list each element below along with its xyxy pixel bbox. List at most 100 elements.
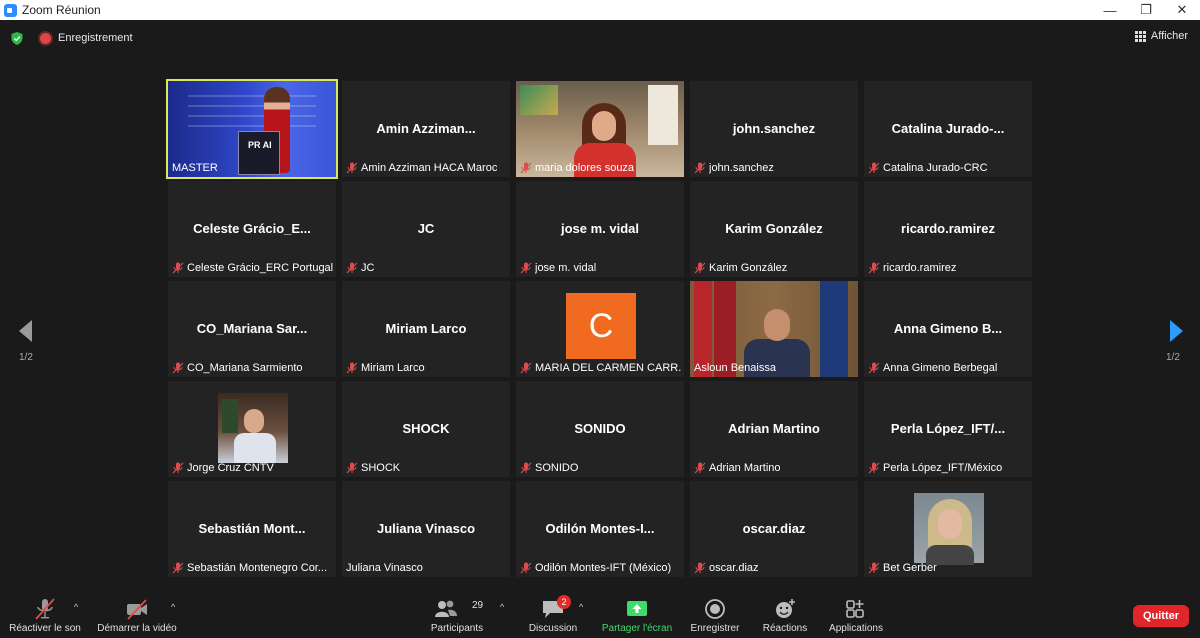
start-video-button[interactable]: Démarrer la vidéo bbox=[92, 588, 182, 638]
participant-tile[interactable]: CO_Mariana Sar... CO_Mariana Sarmiento bbox=[168, 281, 336, 377]
participant-name-label: MARIA DEL CARMEN CARR... bbox=[520, 360, 682, 375]
meeting-top-bar: Enregistrement Afficher bbox=[0, 26, 1200, 50]
participant-display-name: john.sanchez bbox=[732, 121, 816, 136]
participant-name: Karim González bbox=[709, 261, 788, 274]
participant-display-name: Celeste Grácio_E... bbox=[193, 221, 311, 236]
participant-tile[interactable]: SONIDO SONIDO bbox=[516, 381, 684, 477]
recording-label[interactable]: Enregistrement bbox=[58, 32, 133, 44]
participant-tile[interactable]: Jorge Cruz CNTV bbox=[168, 381, 336, 477]
chat-unread-badge: 2 bbox=[557, 595, 571, 609]
next-page-arrow-icon[interactable] bbox=[1166, 318, 1186, 344]
participant-name: Miriam Larco bbox=[361, 361, 425, 374]
participant-display-name: Miriam Larco bbox=[385, 321, 467, 336]
apps-button[interactable]: Applications bbox=[824, 588, 888, 638]
participant-name: ricardo.ramirez bbox=[883, 261, 957, 274]
participant-display-name: CO_Mariana Sar... bbox=[196, 321, 308, 336]
share-screen-button[interactable]: Partager l'écran bbox=[598, 588, 676, 638]
unmute-button[interactable]: Réactiver le son bbox=[4, 588, 86, 638]
video-options-caret-icon[interactable]: ^ bbox=[171, 602, 175, 612]
shield-icon[interactable] bbox=[11, 32, 23, 45]
mic-muted-icon bbox=[868, 262, 880, 273]
participant-tile[interactable]: Miriam Larco Miriam Larco bbox=[342, 281, 510, 377]
participant-name: SHOCK bbox=[361, 461, 401, 474]
participant-name-label: Bet Gerber bbox=[868, 560, 937, 575]
participant-name-label: Odilón Montes-IFT (México) bbox=[520, 560, 671, 575]
participant-tile[interactable]: Catalina Jurado-... Catalina Jurado-CRC bbox=[864, 81, 1032, 177]
start-video-label: Démarrer la vidéo bbox=[97, 623, 177, 634]
quit-button[interactable]: Quitter bbox=[1133, 605, 1189, 627]
record-button[interactable]: Enregistrer bbox=[686, 588, 744, 638]
participant-tile[interactable]: SHOCK SHOCK bbox=[342, 381, 510, 477]
mic-muted-icon bbox=[346, 362, 358, 373]
participant-tile[interactable]: C MARIA DEL CARMEN CARR... bbox=[516, 281, 684, 377]
participants-button[interactable]: 29 Participants bbox=[424, 588, 490, 638]
mic-muted-icon bbox=[35, 598, 55, 620]
participant-name-label: Anna Gimeno Berbegal bbox=[868, 360, 997, 375]
participant-name: john.sanchez bbox=[709, 161, 774, 174]
close-button[interactable]: ✕ bbox=[1164, 0, 1200, 20]
mic-muted-icon bbox=[172, 462, 184, 473]
participant-tile[interactable]: Adrian Martino Adrian Martino bbox=[690, 381, 858, 477]
avatar: C bbox=[566, 293, 636, 359]
participant-tile[interactable]: Karim González Karim González bbox=[690, 181, 858, 277]
chat-caret-icon[interactable]: ^ bbox=[579, 602, 583, 612]
participant-name: Anna Gimeno Berbegal bbox=[883, 361, 998, 374]
participant-tile[interactable]: Anna Gimeno B... Anna Gimeno Berbegal bbox=[864, 281, 1032, 377]
mic-muted-icon bbox=[520, 262, 532, 273]
participant-name-label: SONIDO bbox=[520, 460, 578, 475]
participant-tile[interactable]: Juliana Vinasco Juliana Vinasco bbox=[342, 481, 510, 577]
participant-name-label: jose m. vidal bbox=[520, 260, 596, 275]
participant-tile[interactable]: Odilón Montes-I... Odilón Montes-IFT (Méx… bbox=[516, 481, 684, 577]
previous-page-arrow-icon[interactable] bbox=[16, 318, 36, 344]
participant-display-name: Amin Azziman... bbox=[376, 121, 476, 136]
participant-tile[interactable]: john.sanchez john.sanchez bbox=[690, 81, 858, 177]
reactions-button[interactable]: Réactions bbox=[758, 588, 812, 638]
participant-name: Bet Gerber bbox=[883, 561, 937, 574]
share-screen-label: Partager l'écran bbox=[601, 623, 673, 634]
participant-name-label: Miriam Larco bbox=[346, 360, 425, 375]
participant-name: maria dolores souza bbox=[535, 161, 635, 174]
participant-name: Sebastián Montenegro Cor... bbox=[187, 561, 328, 574]
participant-name-label: ricardo.ramirez bbox=[868, 260, 956, 275]
participant-tile[interactable]: jose m. vidal jose m. vidal bbox=[516, 181, 684, 277]
participant-name: SONIDO bbox=[535, 461, 579, 474]
share-screen-icon bbox=[627, 601, 647, 616]
participant-name-label: Adrian Martino bbox=[694, 460, 781, 475]
participant-tile[interactable]: oscar.diaz oscar.diaz bbox=[690, 481, 858, 577]
participant-name: JC bbox=[361, 261, 375, 274]
participant-tile[interactable]: Perla López_IFT/... Perla López_IFT/Méxic… bbox=[864, 381, 1032, 477]
participant-tile[interactable]: Sebastián Mont... Sebastián Montenegro Co… bbox=[168, 481, 336, 577]
audio-options-caret-icon[interactable]: ^ bbox=[74, 602, 78, 612]
participant-tile[interactable]: JC JC bbox=[342, 181, 510, 277]
participant-tile[interactable]: Bet Gerber bbox=[864, 481, 1032, 577]
participant-name: Odilón Montes-IFT (México) bbox=[535, 561, 672, 574]
participant-name: Amin Azziman HACA Maroc bbox=[361, 161, 498, 174]
minimize-button[interactable]: — bbox=[1092, 0, 1128, 20]
participant-tile[interactable]: ricardo.ramirez ricardo.ramirez bbox=[864, 181, 1032, 277]
participant-tile[interactable]: PR AI MASTER bbox=[166, 79, 338, 179]
mic-muted-icon bbox=[172, 362, 184, 373]
mic-muted-icon bbox=[346, 462, 358, 473]
mic-muted-icon bbox=[520, 562, 532, 573]
participant-name-label: MASTER bbox=[172, 160, 218, 175]
reactions-smiley-icon bbox=[776, 599, 795, 618]
participant-tile[interactable]: Amin Azziman... Amin Azziman HACA Maroc bbox=[342, 81, 510, 177]
participant-display-name: Adrian Martino bbox=[728, 421, 820, 436]
participant-name: MARIA DEL CARMEN CARR... bbox=[535, 361, 682, 374]
record-icon bbox=[705, 599, 725, 619]
restore-button[interactable]: ❐ bbox=[1128, 0, 1164, 20]
participants-caret-icon[interactable]: ^ bbox=[500, 602, 504, 612]
participant-name-label: john.sanchez bbox=[694, 160, 774, 175]
window-title: Zoom Réunion bbox=[22, 3, 101, 17]
reactions-label: Réactions bbox=[762, 623, 808, 634]
view-button[interactable]: Afficher bbox=[1134, 30, 1188, 42]
chat-button[interactable]: 2 Discussion bbox=[522, 588, 584, 638]
participant-display-name: Catalina Jurado-... bbox=[891, 121, 1005, 136]
participant-display-name: ricardo.ramirez bbox=[901, 221, 995, 236]
participant-tile[interactable]: Celeste Grácio_E... Celeste Grácio_ERC Po… bbox=[168, 181, 336, 277]
participant-tile[interactable]: maria dolores souza bbox=[516, 81, 684, 177]
participant-name-label: maria dolores souza bbox=[520, 160, 634, 175]
participant-tile[interactable]: Asloun Benaissa bbox=[690, 281, 858, 377]
zoom-app-icon bbox=[4, 3, 17, 17]
participant-name-label: Asloun Benaissa bbox=[694, 360, 776, 375]
